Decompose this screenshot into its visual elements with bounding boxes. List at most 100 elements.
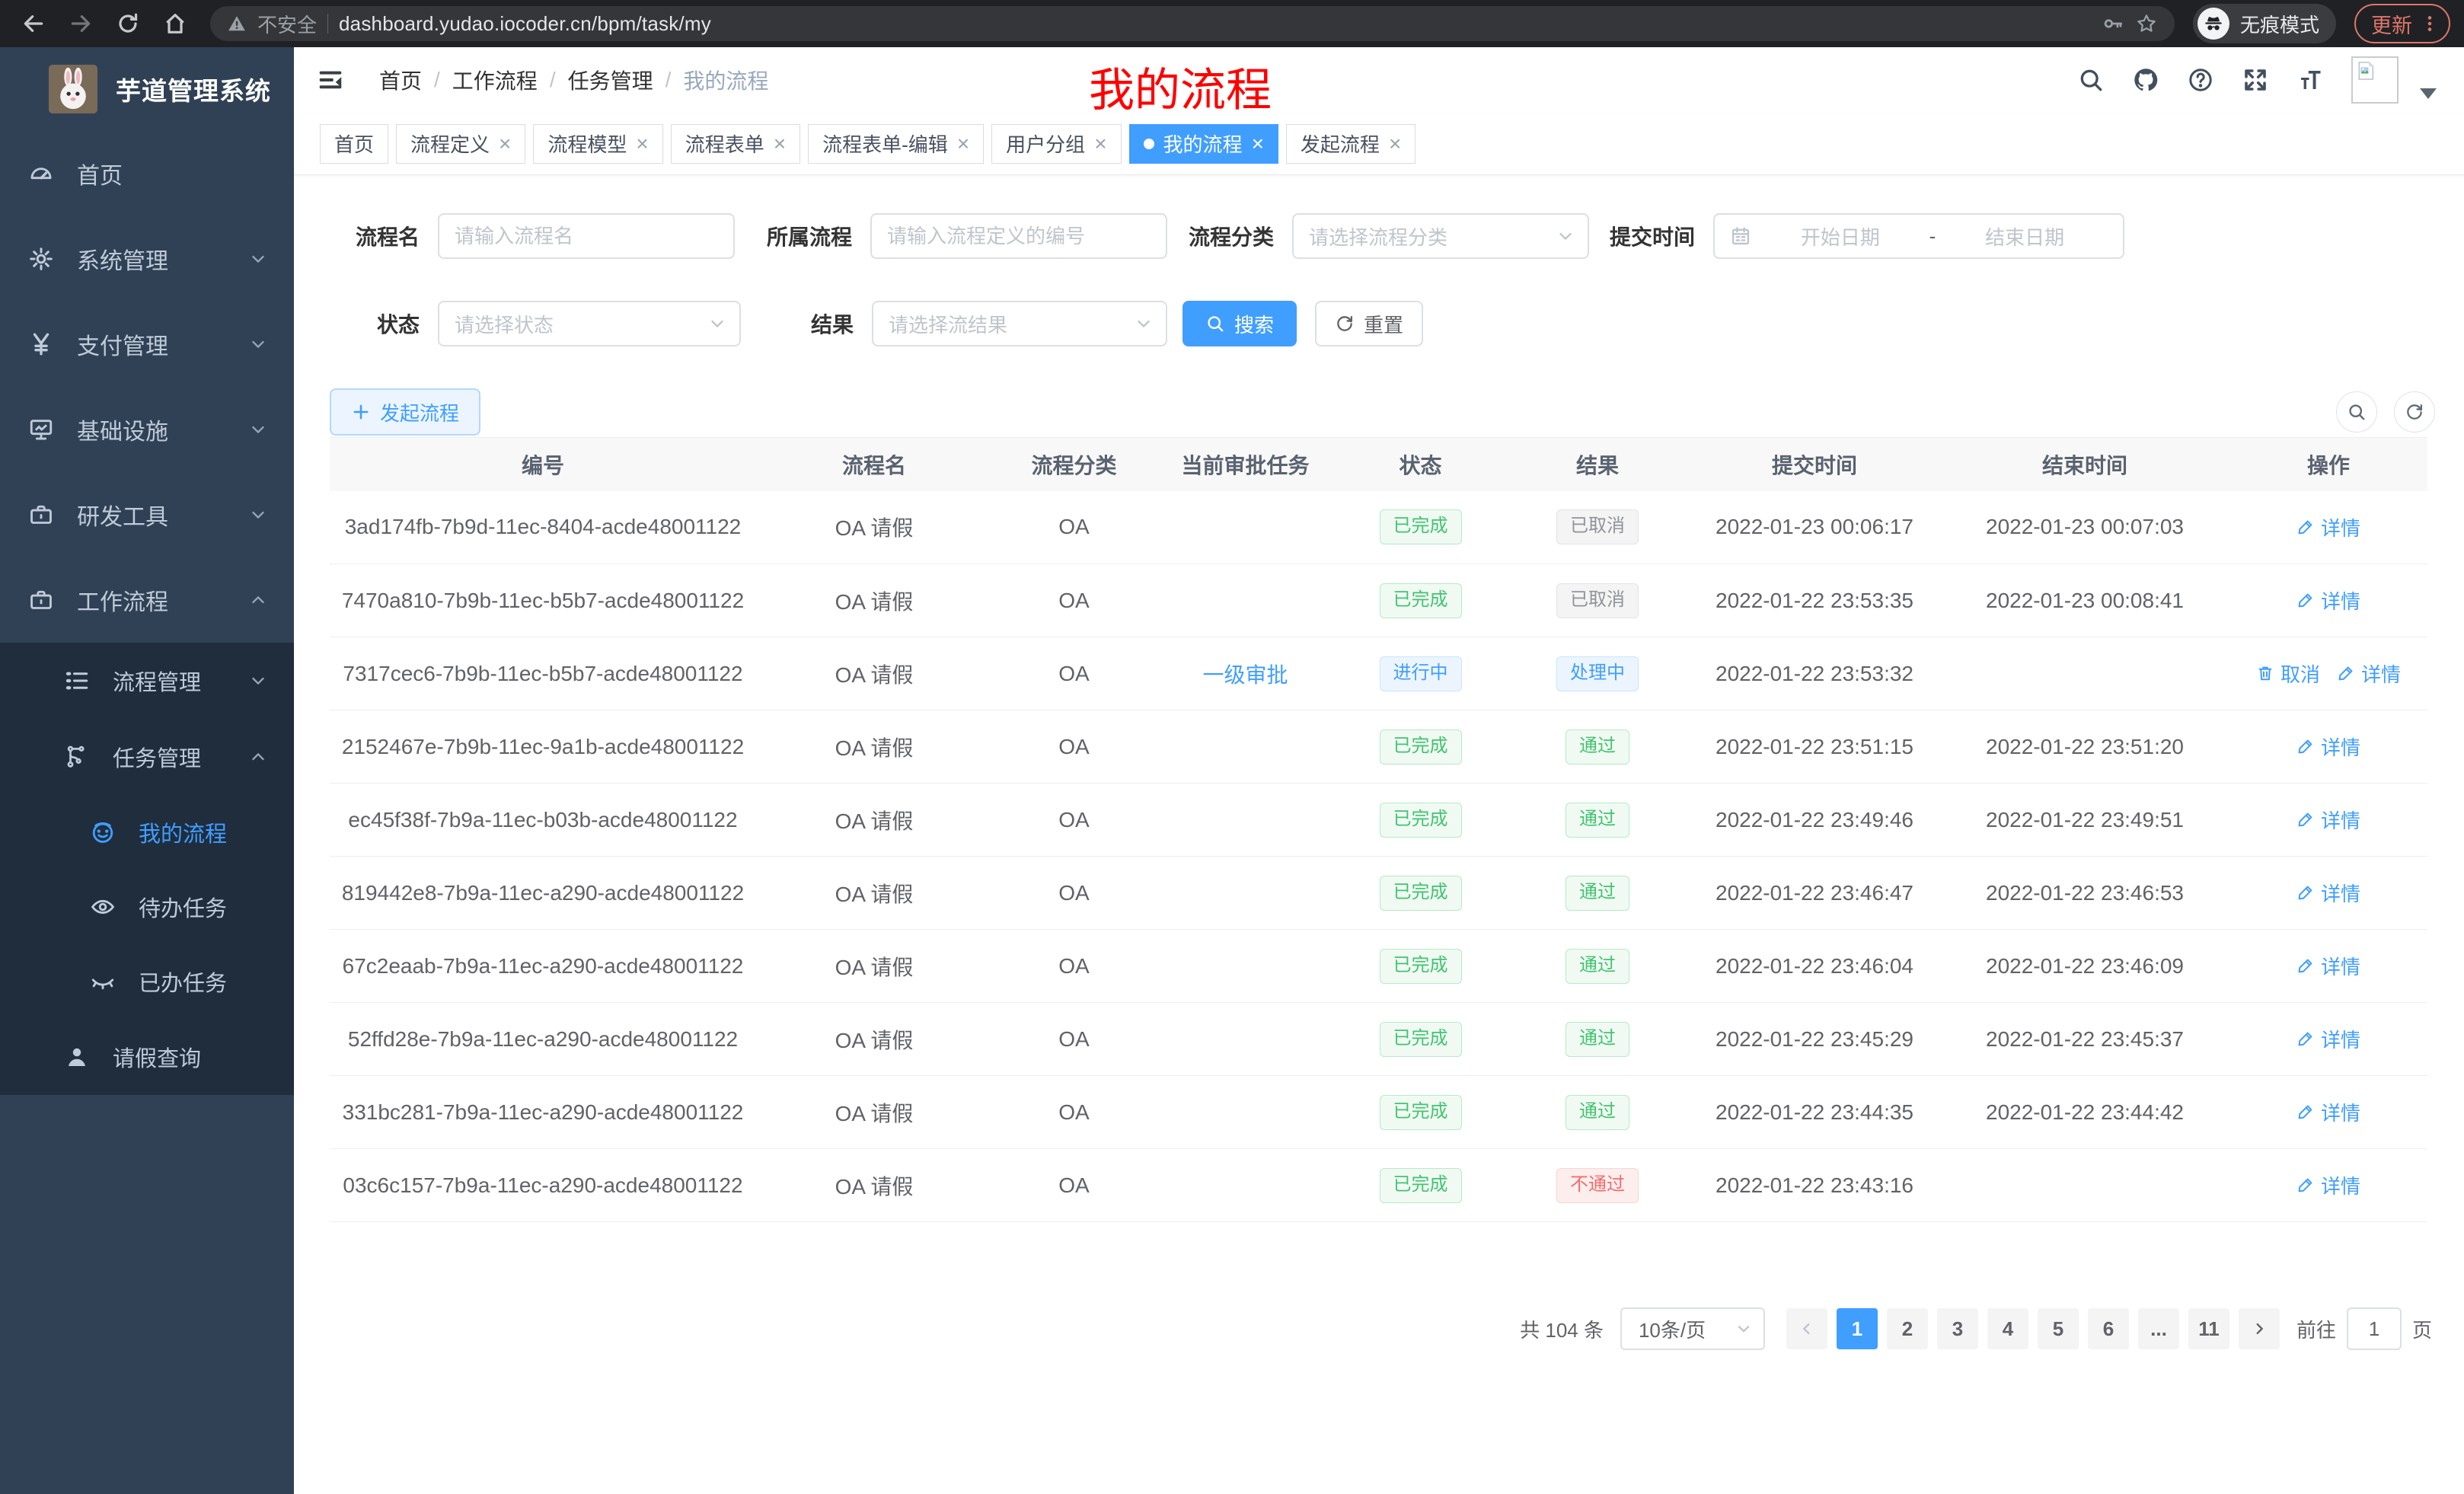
toggle-search-button[interactable]: [2336, 391, 2377, 433]
sidebar-item-payment[interactable]: 支付管理: [0, 302, 294, 387]
breadcrumb-item[interactable]: 首页: [379, 65, 422, 95]
sidebar-item-workflow[interactable]: 工作流程: [0, 557, 294, 643]
detail-link[interactable]: 详情: [2296, 733, 2360, 761]
breadcrumb-item[interactable]: 工作流程: [452, 65, 538, 95]
parent-process-input[interactable]: [872, 215, 1166, 257]
process-name-input[interactable]: [439, 215, 733, 257]
sidebar-item-system[interactable]: 系统管理: [0, 216, 294, 302]
cell-end-time: 2022-01-22 23:46:09: [1940, 930, 2229, 1003]
collapse-sidebar-icon[interactable]: [317, 66, 344, 94]
tab-发起流程[interactable]: 发起流程×: [1286, 124, 1416, 164]
address-bar[interactable]: 不安全 dashboard.yudao.iocoder.cn/bpm/task/…: [210, 6, 2175, 41]
tab-用户分组[interactable]: 用户分组×: [991, 124, 1121, 164]
refresh-table-button[interactable]: [2394, 391, 2435, 433]
status-badge: 已完成: [1380, 583, 1462, 618]
tab-流程模型[interactable]: 流程模型×: [533, 124, 662, 164]
page-button-3[interactable]: 3: [1937, 1308, 1978, 1349]
create-process-button[interactable]: 发起流程: [330, 388, 480, 436]
sidebar-item-my-process[interactable]: 我的流程: [0, 795, 294, 870]
detail-link[interactable]: 详情: [2296, 1025, 2360, 1053]
detail-link[interactable]: 详情: [2296, 952, 2360, 980]
page-button-5[interactable]: 5: [2038, 1308, 2079, 1349]
detail-link[interactable]: 详情: [2296, 513, 2360, 541]
current-task-link[interactable]: 一级审批: [1202, 663, 1288, 687]
sidebar-item-leave-query[interactable]: 请假查询: [0, 1019, 294, 1095]
close-icon[interactable]: ×: [1389, 133, 1401, 155]
fullscreen-icon[interactable]: [2242, 66, 2269, 94]
next-page-button[interactable]: [2239, 1308, 2280, 1349]
avatar-caret-icon[interactable]: [2420, 88, 2437, 99]
parent-process-input-box: [870, 213, 1167, 259]
goto-page-input[interactable]: [2347, 1307, 2402, 1350]
page-ellipsis[interactable]: ...: [2138, 1308, 2179, 1349]
search-icon[interactable]: [2077, 66, 2105, 94]
browser-update-button[interactable]: 更新: [2354, 4, 2450, 43]
page-button-6[interactable]: 6: [2088, 1308, 2129, 1349]
breadcrumb-item[interactable]: 任务管理: [568, 65, 653, 95]
reset-button[interactable]: 重置: [1315, 301, 1423, 346]
detail-link[interactable]: 详情: [2296, 806, 2360, 834]
cell-current-task: [1156, 784, 1335, 857]
detail-link[interactable]: 详情: [2337, 659, 2401, 688]
browser-back-button[interactable]: [14, 4, 53, 43]
bookmark-star-icon[interactable]: [2135, 12, 2158, 35]
start-date-placeholder[interactable]: 开始日期: [1757, 222, 1923, 251]
status-select[interactable]: 请选择状态: [438, 301, 741, 346]
sidebar-submenu-task-management: 我的流程待办任务已办任务: [0, 795, 294, 1019]
sidebar-item-task-management[interactable]: 任务管理: [0, 719, 294, 795]
page-size-select[interactable]: 10条/页: [1620, 1307, 1765, 1350]
sidebar-item-todo-tasks[interactable]: 待办任务: [0, 870, 294, 944]
page-button-4[interactable]: 4: [1987, 1308, 2028, 1349]
avatar[interactable]: [2351, 56, 2399, 104]
tab-我的流程[interactable]: 我的流程×: [1129, 124, 1278, 164]
status-badge: 已完成: [1380, 949, 1462, 984]
chevron-down-icon: [1735, 1320, 1753, 1338]
search-button[interactable]: 搜索: [1183, 301, 1297, 346]
tab-流程定义[interactable]: 流程定义×: [396, 124, 525, 164]
close-icon[interactable]: ×: [1094, 133, 1106, 155]
close-icon[interactable]: ×: [1252, 133, 1264, 155]
cell-category: OA: [992, 857, 1156, 930]
edit-icon: [2296, 737, 2315, 755]
tab-流程表单[interactable]: 流程表单×: [671, 124, 800, 164]
browser-reload-button[interactable]: [108, 4, 148, 43]
page-button-2[interactable]: 2: [1887, 1308, 1928, 1349]
page-button-1[interactable]: 1: [1837, 1308, 1878, 1349]
result-select[interactable]: 请选择流结果: [872, 301, 1167, 346]
table-row: 7470a810-7b9b-11ec-b5b7-acde48001122OA 请…: [330, 564, 2427, 637]
cancel-link[interactable]: 取消: [2256, 659, 2320, 688]
help-icon[interactable]: [2187, 66, 2214, 94]
result-badge: 通过: [1566, 876, 1629, 911]
page-button-11[interactable]: 11: [2188, 1308, 2229, 1349]
tab-首页[interactable]: 首页: [320, 124, 388, 164]
close-icon[interactable]: ×: [774, 133, 786, 155]
detail-link[interactable]: 详情: [2296, 1098, 2360, 1126]
cell-result: 处理中: [1506, 637, 1689, 710]
end-date-placeholder[interactable]: 结束日期: [1942, 222, 2108, 251]
password-key-icon[interactable]: [2102, 12, 2124, 35]
cell-actions: 取消详情: [2229, 637, 2427, 710]
category-select[interactable]: 请选择流程分类: [1292, 213, 1589, 259]
sidebar-menu: 首页系统管理支付管理基础设施研发工具工作流程流程管理任务管理我的流程待办任务已办…: [0, 131, 294, 1095]
detail-link[interactable]: 详情: [2296, 1171, 2360, 1199]
close-icon[interactable]: ×: [957, 133, 969, 155]
gear-icon: [28, 246, 54, 272]
tab-流程表单-编辑[interactable]: 流程表单-编辑×: [808, 124, 984, 164]
detail-link[interactable]: 详情: [2296, 586, 2360, 615]
submit-time-range-picker[interactable]: 开始日期 - 结束日期: [1713, 213, 2124, 259]
browser-forward-button[interactable]: [61, 4, 101, 43]
font-size-icon[interactable]: [2296, 66, 2324, 94]
sidebar-item-dev-tools[interactable]: 研发工具: [0, 472, 294, 557]
prev-page-button[interactable]: [1786, 1308, 1827, 1349]
browser-menu-dots-icon[interactable]: [2420, 14, 2440, 34]
sidebar-item-done-tasks[interactable]: 已办任务: [0, 944, 294, 1019]
sidebar-item-home[interactable]: 首页: [0, 131, 294, 216]
active-tab-dot: [1144, 139, 1154, 149]
sidebar-item-infrastructure[interactable]: 基础设施: [0, 387, 294, 472]
browser-home-button[interactable]: [155, 4, 195, 43]
sidebar-item-process-management[interactable]: 流程管理: [0, 643, 294, 719]
detail-link[interactable]: 详情: [2296, 879, 2360, 907]
close-icon[interactable]: ×: [499, 133, 511, 155]
close-icon[interactable]: ×: [636, 133, 648, 155]
github-icon[interactable]: [2132, 66, 2159, 94]
